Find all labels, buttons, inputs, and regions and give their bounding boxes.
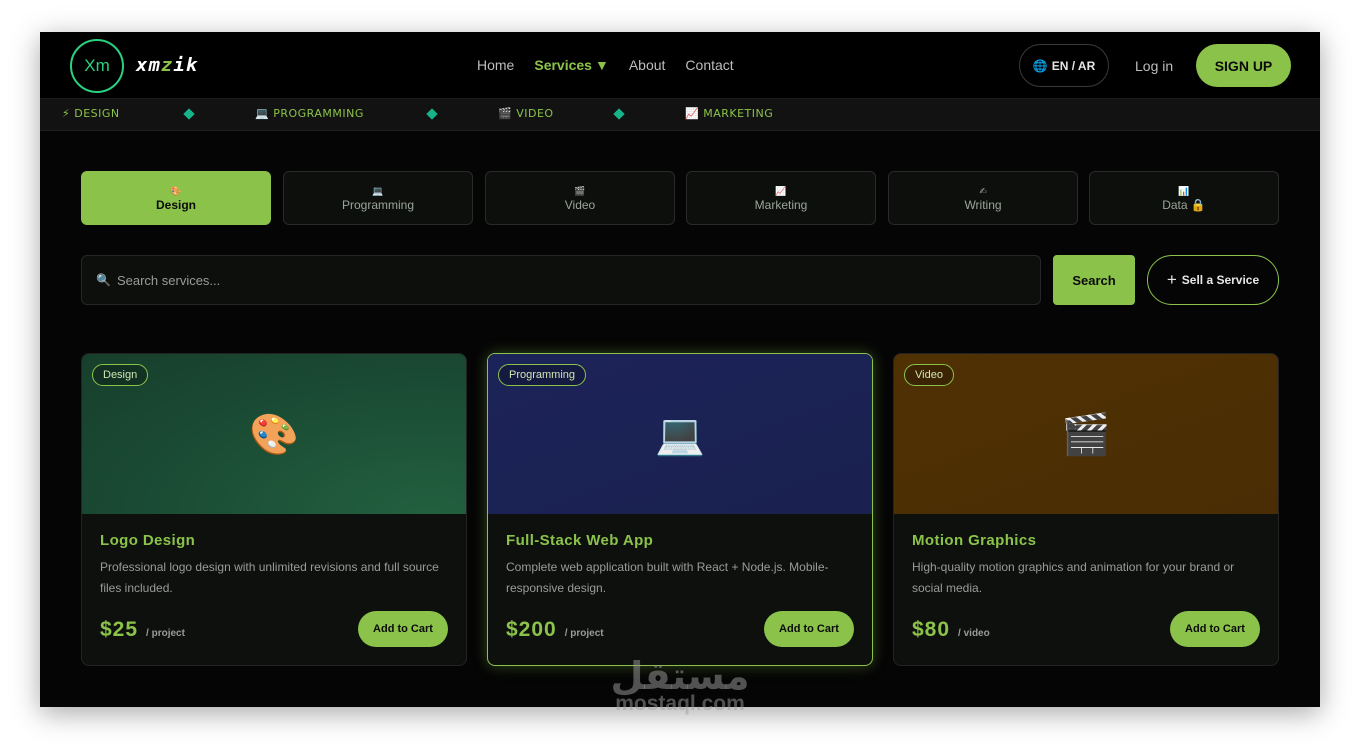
card-description: Complete web application built with Reac… [506,560,829,595]
ticker-label: VIDEO [516,107,554,120]
card-price: $200 / project [506,618,604,642]
tab-label: Design [155,197,196,212]
chart-up-icon: 📈 [775,185,787,196]
search-input[interactable] [116,272,997,288]
logo-mark[interactable]: Xm [70,39,124,93]
top-header: Xm xmzik Home Services ▼ About Contact 🌐 … [40,32,1320,99]
service-card-full-stack-web-app[interactable]: 💻 Programming Full-Stack Web App Complet… [487,353,873,666]
category-badge: Video [904,364,954,386]
main-nav: Home Services ▼ About Contact [477,57,734,73]
tab-video[interactable]: 🎬 Video [485,171,675,225]
price-unit: / project [146,628,185,639]
nav-services-label: Services [534,57,592,73]
clapper-icon: 🎬 [1061,412,1111,457]
sell-service-label: Sell a Service [1181,273,1260,287]
tab-label: Programming [341,197,415,212]
search-icon: 🔍 [96,273,111,287]
category-badge: Design [92,364,149,386]
bar-chart-icon: 📊 [1178,185,1190,196]
lightning-icon: ⚡ [62,107,71,120]
price-unit: / project [564,628,604,639]
card-price: $80 / video [912,618,990,642]
clapper-icon: 🎬 [574,185,586,196]
ticker-item-video[interactable]: 🎬 VIDEO [498,107,554,120]
diamond-icon [613,108,625,120]
category-ticker: ⚡ DESIGN 💻 PROGRAMMING 🎬 VIDEO 📈 MARKETI… [40,99,1320,131]
logo-text-accent: z [160,54,174,76]
card-title: Full-Stack Web App [506,532,654,549]
nav-about[interactable]: About [629,57,666,73]
tab-writing[interactable]: ✍ Writing [888,171,1078,225]
ticker-item-design[interactable]: ⚡ DESIGN [62,107,120,120]
nav-contact[interactable]: Contact [685,57,733,73]
clapper-icon: 🎬 [498,107,513,120]
logo-text-post: ik [173,54,199,76]
price-amount: $25 [100,618,139,641]
tab-marketing[interactable]: 📈 Marketing [686,171,876,225]
logo-text-pre: xm [136,54,161,76]
search-bar: 🔍 [81,255,1041,305]
nav-services[interactable]: Services ▼ [534,57,608,73]
sell-service-button[interactable]: + Sell a Service [1147,255,1279,305]
tab-design[interactable]: 🎨 Design [81,171,271,225]
ticker-label: DESIGN [74,107,120,120]
login-link[interactable]: Log in [1135,58,1173,74]
language-toggle[interactable]: 🌐 EN / AR [1019,44,1109,87]
watermark: مستقل mostaql.com [575,655,785,715]
tab-label: Video [564,197,596,212]
writing-hand-icon: ✍ [979,185,987,196]
add-to-cart-button[interactable]: Add to Cart [1170,611,1260,647]
price-unit: / video [958,628,990,639]
palette-icon: 🎨 [170,185,182,196]
plus-icon: + [1166,270,1177,289]
price-amount: $200 [506,618,557,641]
laptop-icon: 💻 [655,412,705,457]
card-description: Professional logo design with unlimited … [100,560,439,595]
card-title: Logo Design [100,532,196,549]
category-badge: Programming [498,364,587,386]
globe-icon: 🌐 [1032,58,1048,73]
tab-programming[interactable]: 💻 Programming [283,171,473,225]
tab-label: Writing [964,197,1002,212]
add-to-cart-button[interactable]: Add to Cart [764,611,854,647]
card-description: High-quality motion graphics and animati… [912,560,1235,595]
watermark-url: mostaql.com [615,692,745,715]
card-title: Motion Graphics [912,532,1037,549]
signup-button[interactable]: SIGN UP [1196,44,1291,87]
chevron-down-icon: ▼ [594,57,609,73]
diamond-icon [426,108,438,120]
ticker-label: MARKETING [703,107,774,120]
search-button[interactable]: Search [1053,255,1135,305]
tab-label: Data 🔒 [1162,197,1206,212]
service-card-logo-design[interactable]: 🎨 Design Logo Design Professional logo d… [81,353,467,666]
chart-up-icon: 📈 [685,107,700,120]
watermark-arabic: مستقل [610,654,750,698]
price-amount: $80 [912,618,951,641]
diamond-icon [183,108,195,120]
nav-home[interactable]: Home [477,57,514,73]
service-card-motion-graphics[interactable]: 🎬 Video Motion Graphics High-quality mot… [893,353,1279,666]
logo-wordmark[interactable]: xmzik [136,54,198,76]
laptop-icon: 💻 [372,185,384,196]
palette-icon: 🎨 [249,412,299,457]
language-label: EN / AR [1051,58,1096,73]
tab-data[interactable]: 📊 Data 🔒 [1089,171,1279,225]
card-price: $25 / project [100,618,185,642]
app-window: Xm xmzik Home Services ▼ About Contact 🌐 … [40,32,1320,707]
ticker-label: PROGRAMMING [273,107,364,120]
tab-label: Marketing [754,197,808,212]
add-to-cart-button[interactable]: Add to Cart [358,611,448,647]
ticker-item-marketing[interactable]: 📈 MARKETING [685,107,773,120]
laptop-icon: 💻 [255,107,270,120]
ticker-item-programming[interactable]: 💻 PROGRAMMING [255,107,364,120]
